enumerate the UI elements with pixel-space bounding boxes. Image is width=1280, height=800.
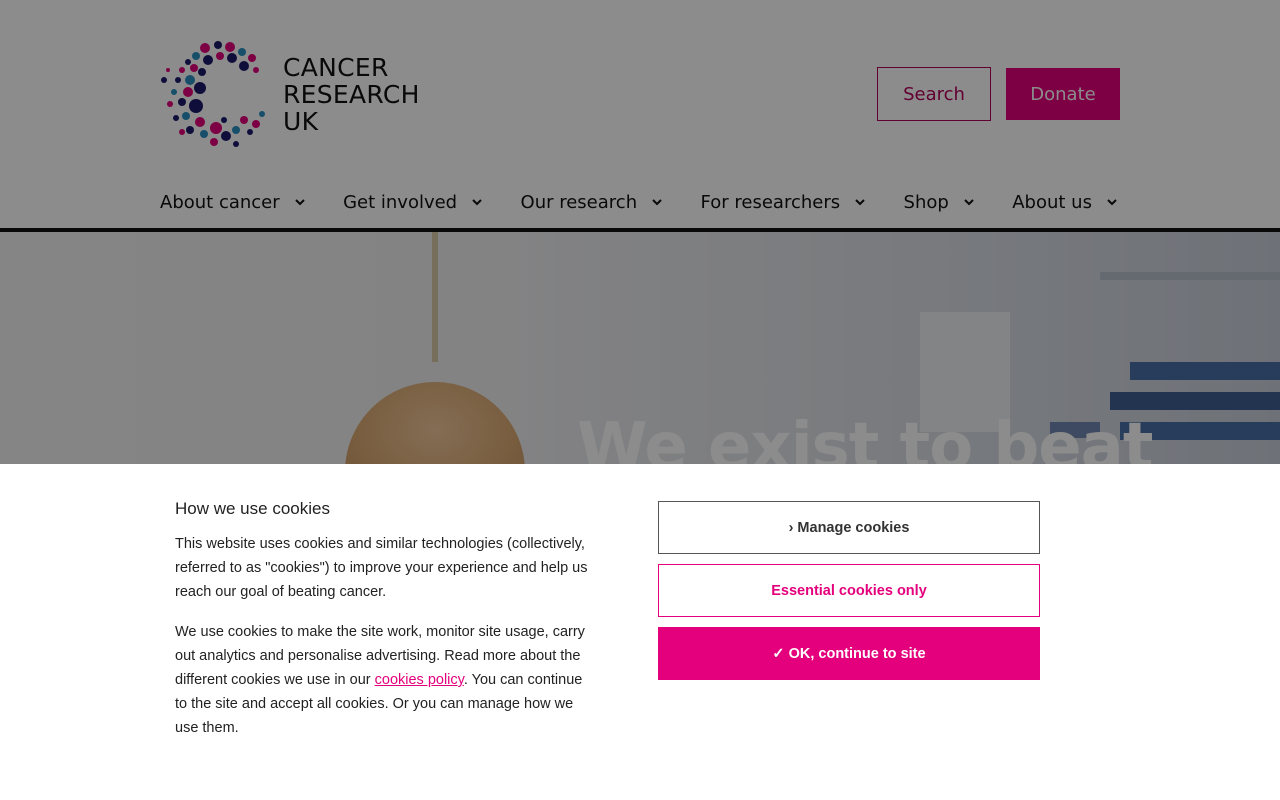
cookie-banner-title: How we use cookies: [175, 499, 330, 518]
modal-backdrop: [0, 0, 1280, 464]
manage-cookies-button[interactable]: › Manage cookies: [658, 501, 1040, 554]
accept-cookies-button[interactable]: ✓ OK, continue to site: [658, 627, 1040, 680]
cookie-banner: How we use cookies This website uses coo…: [0, 464, 1280, 800]
cookie-banner-paragraph-2: We use cookies to make the site work, mo…: [175, 620, 595, 740]
cookie-banner-paragraph-1: This website uses cookies and similar te…: [175, 536, 588, 600]
cookies-policy-link[interactable]: cookies policy: [375, 672, 464, 688]
essential-cookies-button[interactable]: Essential cookies only: [658, 564, 1040, 617]
